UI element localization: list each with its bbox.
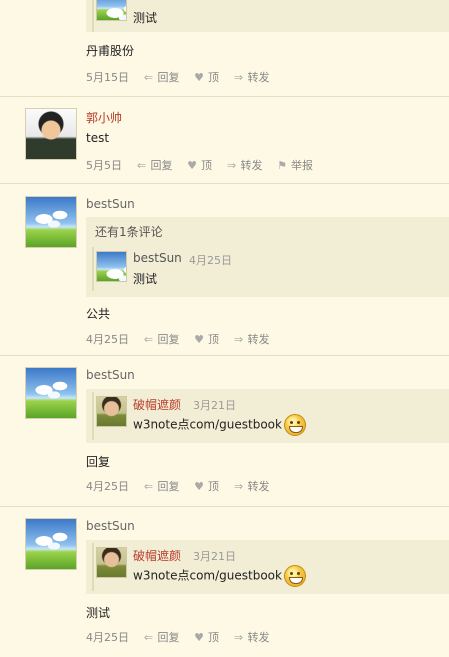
like-button[interactable]: ♥ 顶 <box>193 331 219 347</box>
heart-icon: ♥ <box>194 70 204 84</box>
feed-item: bestSun 破帽遮颜 3月21日 w3note点com/guestbook … <box>0 356 449 507</box>
quote-date: 3月21日 <box>193 550 236 563</box>
like-button[interactable]: ♥ 顶 <box>193 69 219 85</box>
reply-button[interactable]: ⇐ 回复 <box>143 69 180 85</box>
post-text: test <box>86 131 110 145</box>
forward-arrow-icon: ⇒ <box>233 332 244 346</box>
more-comments-link[interactable]: 还有1条评论 <box>95 223 163 240</box>
reply-arrow-icon: ⇐ <box>143 332 154 346</box>
post-date[interactable]: 4月25日 <box>86 478 129 494</box>
reply-button[interactable]: ⇐ 回复 <box>143 629 180 645</box>
quote-date: 3月21日 <box>193 399 236 412</box>
post-text: 回复 <box>86 455 111 469</box>
user-avatar[interactable] <box>25 518 77 570</box>
like-button[interactable]: ♥ 顶 <box>193 629 219 645</box>
activity-feed: 测试 丹甫股份 5月15日 ⇐ 回复 ♥ 顶 ⇒ 转发 郭小帅 test 5月5日 ⇐… <box>0 0 449 657</box>
forward-arrow-icon: ⇒ <box>233 630 244 644</box>
feed-item: bestSun 还有1条评论 bestSun 4月25日 测试 公共 4月25日… <box>0 184 449 356</box>
post-actions: 4月25日 ⇐ 回复 ♥ 顶 ⇒ 转发 <box>86 331 270 347</box>
reply-arrow-icon: ⇐ <box>136 158 147 172</box>
quote-user-name[interactable]: 破帽遮颜 <box>133 396 181 413</box>
forward-arrow-icon: ⇒ <box>233 70 244 84</box>
reply-arrow-icon: ⇐ <box>143 479 154 493</box>
user-name[interactable]: bestSun <box>86 197 135 211</box>
post-actions: 5月15日 ⇐ 回复 ♥ 顶 ⇒ 转发 <box>86 69 270 85</box>
post-actions: 4月25日 ⇐ 回复 ♥ 顶 ⇒ 转发 <box>86 478 270 494</box>
forward-arrow-icon: ⇒ <box>233 479 244 493</box>
post-text: 公共 <box>86 307 111 321</box>
quoted-comment: 测试 <box>86 0 449 32</box>
user-avatar[interactable] <box>25 367 77 419</box>
reply-button[interactable]: ⇐ 回复 <box>143 331 180 347</box>
report-button[interactable]: ⚑ 举报 <box>276 157 313 173</box>
forward-arrow-icon: ⇒ <box>226 158 237 172</box>
heart-icon: ♥ <box>194 479 204 493</box>
quote-date: 4月25日 <box>189 254 232 267</box>
reply-arrow-icon: ⇐ <box>143 630 154 644</box>
post-date[interactable]: 4月25日 <box>86 331 129 347</box>
quoted-comment: 破帽遮颜 3月21日 w3note点com/guestbook <box>86 389 449 443</box>
forward-button[interactable]: ⇒ 转发 <box>233 331 270 347</box>
quote-avatar[interactable] <box>96 251 127 282</box>
reply-arrow-icon: ⇐ <box>143 70 154 84</box>
heart-icon: ♥ <box>194 630 204 644</box>
like-button[interactable]: ♥ 顶 <box>186 157 212 173</box>
feed-item: 郭小帅 test 5月5日 ⇐ 回复 ♥ 顶 ⇒ 转发 ⚑ 举报 <box>0 97 449 184</box>
quoted-comment: 还有1条评论 bestSun 4月25日 测试 <box>86 217 449 297</box>
reply-button[interactable]: ⇐ 回复 <box>143 478 180 494</box>
quote-text: w3note点com/guestbook <box>133 565 306 587</box>
heart-icon: ♥ <box>194 332 204 346</box>
user-name[interactable]: bestSun <box>86 519 135 533</box>
forward-button[interactable]: ⇒ 转发 <box>226 157 263 173</box>
feed-item: bestSun 破帽遮颜 3月21日 w3note点com/guestbook … <box>0 507 449 657</box>
user-name[interactable]: 郭小帅 <box>86 109 122 126</box>
post-text: 丹甫股份 <box>86 44 135 58</box>
quote-avatar[interactable] <box>96 547 127 578</box>
user-avatar[interactable] <box>25 196 77 248</box>
quoted-comment: 破帽遮颜 3月21日 w3note点com/guestbook <box>86 540 449 594</box>
quote-avatar[interactable] <box>96 0 127 21</box>
flag-icon: ⚑ <box>277 158 287 172</box>
user-name[interactable]: bestSun <box>86 368 135 382</box>
forward-button[interactable]: ⇒ 转发 <box>233 69 270 85</box>
post-date[interactable]: 5月5日 <box>86 157 122 173</box>
user-avatar[interactable] <box>25 108 77 160</box>
grin-emoji-icon <box>283 414 306 436</box>
quote-text: 测试 <box>133 272 158 286</box>
quote-text: 测试 <box>133 11 158 25</box>
forward-button[interactable]: ⇒ 转发 <box>233 478 270 494</box>
post-actions: 4月25日 ⇐ 回复 ♥ 顶 ⇒ 转发 <box>86 629 270 645</box>
heart-icon: ♥ <box>187 158 197 172</box>
forward-button[interactable]: ⇒ 转发 <box>233 629 270 645</box>
quote-user-name[interactable]: bestSun <box>133 251 182 265</box>
reply-button[interactable]: ⇐ 回复 <box>136 157 173 173</box>
post-actions: 5月5日 ⇐ 回复 ♥ 顶 ⇒ 转发 ⚑ 举报 <box>86 157 313 173</box>
post-date[interactable]: 4月25日 <box>86 629 129 645</box>
quote-user-name[interactable]: 破帽遮颜 <box>133 547 181 564</box>
grin-emoji-icon <box>283 565 306 587</box>
post-text: 测试 <box>86 606 111 620</box>
feed-item: 测试 丹甫股份 5月15日 ⇐ 回复 ♥ 顶 ⇒ 转发 <box>0 0 449 97</box>
quote-text: w3note点com/guestbook <box>133 414 306 436</box>
quote-avatar[interactable] <box>96 396 127 427</box>
post-date[interactable]: 5月15日 <box>86 69 129 85</box>
like-button[interactable]: ♥ 顶 <box>193 478 219 494</box>
